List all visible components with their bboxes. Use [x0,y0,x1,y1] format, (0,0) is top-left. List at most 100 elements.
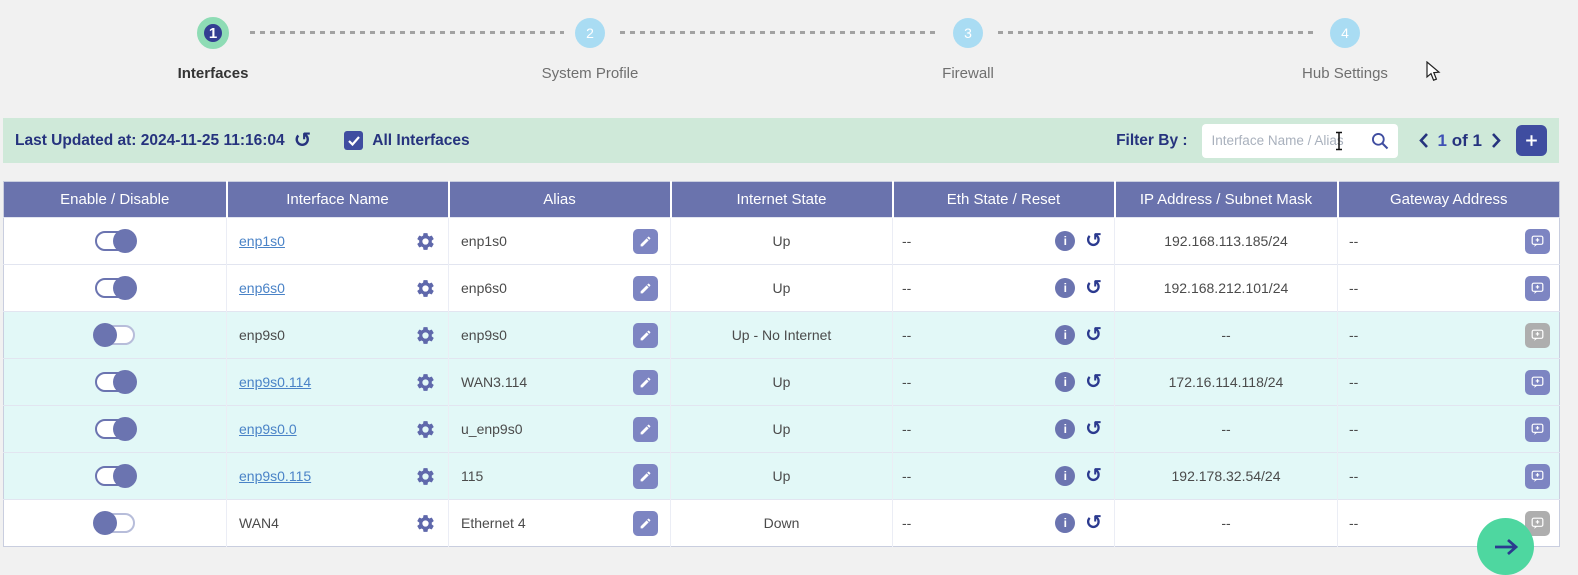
edit-alias-button[interactable] [633,370,658,395]
settings-gear-icon[interactable] [415,513,436,534]
next-page-icon[interactable] [1490,132,1502,149]
settings-gear-icon[interactable] [415,466,436,487]
enable-toggle[interactable] [95,419,135,439]
eth-info-icon[interactable]: i [1055,419,1075,439]
eth-reset-icon[interactable]: ↺ [1085,466,1102,486]
pencil-icon [639,329,652,342]
ip-address-text: -- [1221,515,1230,531]
comment-plus-icon [1529,327,1546,344]
table-row: WAN4 Ethernet 4 Down -- i ↺ -- -- [4,500,1560,547]
interface-name-link[interactable]: enp9s0.114 [239,374,311,390]
settings-gear-icon[interactable] [415,372,436,393]
edit-alias-button[interactable] [633,229,658,254]
next-step-button[interactable] [1477,518,1534,575]
step-hub-settings[interactable]: 4 Hub Settings [1265,10,1425,82]
enable-toggle[interactable] [95,372,135,392]
eth-reset-icon[interactable]: ↺ [1085,372,1102,392]
eth-info-icon[interactable]: i [1055,278,1075,298]
pencil-icon [639,235,652,248]
ip-address-text: -- [1221,421,1230,437]
prev-page-icon[interactable] [1418,132,1430,149]
eth-info-icon[interactable]: i [1055,372,1075,392]
comment-plus-icon [1529,421,1546,438]
edit-alias-button[interactable] [633,511,658,536]
internet-state-cell: Down [671,500,893,547]
ip-address-text: 172.16.114.118/24 [1169,374,1284,390]
table-row: enp9s0.115 115 Up -- i ↺ 192.178.32.54/2… [4,453,1560,500]
add-gateway-button[interactable] [1525,417,1550,442]
eth-reset-icon[interactable]: ↺ [1085,325,1102,345]
edit-alias-button[interactable] [633,323,658,348]
eth-reset-icon[interactable]: ↺ [1085,278,1102,298]
last-updated-text: Last Updated at: 2024-11-25 11:16:04 [15,132,285,150]
eth-state-text: -- [902,468,911,484]
step-number-badge[interactable]: 2 [575,18,605,48]
add-gateway-button[interactable] [1525,323,1550,348]
table-row: enp9s0 enp9s0 Up - No Internet -- i ↺ --… [4,312,1560,359]
plus-icon [1523,132,1540,149]
settings-gear-icon[interactable] [415,231,436,252]
search-icon[interactable] [1370,131,1390,151]
add-gateway-button[interactable] [1525,370,1550,395]
all-interfaces-label: All Interfaces [372,132,469,150]
ip-address-text: -- [1221,327,1230,343]
total-pages-number: 1 [1473,131,1482,150]
add-gateway-button[interactable] [1525,276,1550,301]
table-row: enp6s0 enp6s0 Up -- i ↺ 192.168.212.101/… [4,265,1560,312]
step-firewall[interactable]: 3 Firewall [888,10,1048,82]
eth-info-icon[interactable]: i [1055,325,1075,345]
refresh-list-icon[interactable]: ↺ [294,130,312,151]
interface-name-link[interactable]: enp9s0.0 [239,421,297,437]
pencil-icon [639,470,652,483]
interface-name-link: enp9s0 [239,327,285,343]
interface-name-link[interactable]: enp6s0 [239,280,285,296]
eth-info-icon[interactable]: i [1055,513,1075,533]
eth-state-text: -- [902,280,911,296]
edit-alias-button[interactable] [633,276,658,301]
interface-name-link[interactable]: enp1s0 [239,233,285,249]
edit-alias-button[interactable] [633,417,658,442]
wizard-stepper: 1 Interfaces 2 System Profile 3 Firewall… [0,0,1578,116]
step-number-badge[interactable]: 4 [1330,18,1360,48]
interface-name-link[interactable]: enp9s0.115 [239,468,311,484]
eth-reset-icon[interactable]: ↺ [1085,513,1102,533]
alias-text: Ethernet 4 [461,515,526,531]
gateway-text: -- [1349,421,1358,437]
step-label: Firewall [942,65,994,82]
step-number-badge[interactable]: 1 [197,17,229,49]
ip-address-cell: -- [1115,500,1338,547]
eth-reset-icon[interactable]: ↺ [1085,231,1102,251]
toggle-knob [93,511,117,535]
eth-reset-icon[interactable]: ↺ [1085,419,1102,439]
add-gateway-button[interactable] [1525,464,1550,489]
edit-alias-button[interactable] [633,464,658,489]
settings-gear-icon[interactable] [415,419,436,440]
enable-toggle[interactable] [95,325,135,345]
all-interfaces-checkbox[interactable] [344,131,363,150]
add-gateway-button[interactable] [1525,229,1550,254]
ip-address-text: 192.178.32.54/24 [1172,468,1281,484]
settings-gear-icon[interactable] [415,325,436,346]
settings-gear-icon[interactable] [415,278,436,299]
ip-address-cell: -- [1115,406,1338,453]
step-number-badge[interactable]: 3 [953,18,983,48]
enable-toggle[interactable] [95,513,135,533]
col-alias: Alias [449,182,671,218]
eth-state-text: -- [902,327,911,343]
step-system-profile[interactable]: 2 System Profile [510,10,670,82]
enable-toggle[interactable] [95,278,135,298]
toggle-knob [93,323,117,347]
alias-text: WAN3.114 [461,374,527,390]
internet-state-text: Up [773,233,791,249]
filter-input[interactable] [1212,133,1352,148]
eth-info-icon[interactable]: i [1055,466,1075,486]
add-interface-button[interactable] [1516,125,1547,156]
enable-toggle[interactable] [95,466,135,486]
current-page-number: 1 [1438,131,1447,150]
step-interfaces[interactable]: 1 Interfaces [133,10,293,82]
enable-toggle[interactable] [95,231,135,251]
eth-info-icon[interactable]: i [1055,231,1075,251]
internet-state-text: Up - No Internet [732,327,832,343]
gateway-text: -- [1349,327,1358,343]
interface-name-link: WAN4 [239,515,279,531]
